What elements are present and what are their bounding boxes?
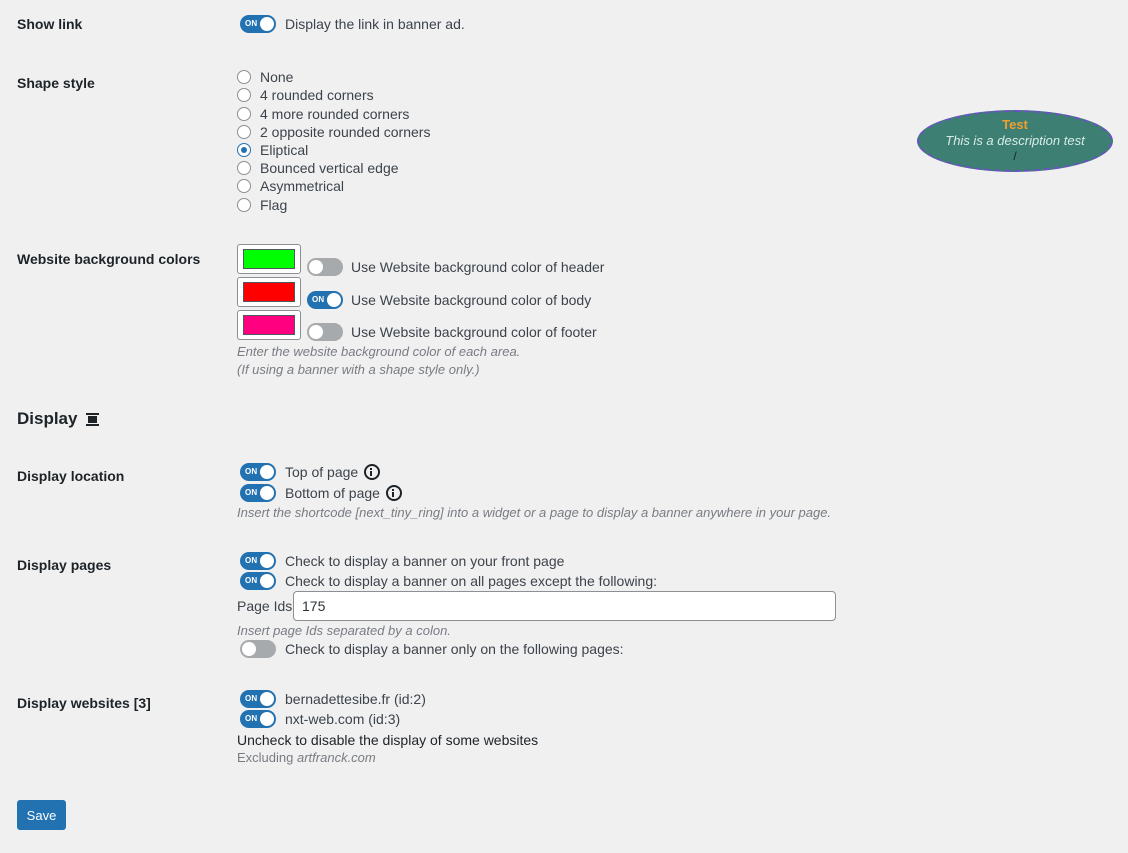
header-color-row: Use Website background color of header	[307, 258, 604, 276]
body-color-fill	[243, 282, 295, 302]
website-toggle[interactable]: ON	[240, 710, 276, 728]
display-location-description: Insert the shortcode [next_tiny_ring] in…	[237, 505, 832, 520]
info-icon[interactable]	[385, 485, 402, 501]
body-color-picker[interactable]	[237, 277, 301, 307]
radio-button[interactable]	[237, 88, 251, 102]
display-section-title: Display	[17, 409, 100, 429]
website-toggle[interactable]: ON	[240, 690, 276, 708]
uncheck-websites-text: Uncheck to disable the display of some w…	[237, 732, 539, 748]
footer-color-row: Use Website background color of footer	[307, 323, 597, 341]
footer-color-fill	[243, 315, 295, 335]
bg-colors-note: (If using a banner with a shape style on…	[237, 362, 480, 377]
excluding-text: Excluding artfranck.com	[237, 750, 376, 765]
footer-color-toggle[interactable]	[307, 323, 343, 341]
display-websites-label: Display websites [3]	[17, 695, 151, 711]
page-ids-description: Insert page Ids separated by a colon.	[237, 623, 451, 638]
radio-button[interactable]	[237, 125, 251, 139]
header-color-text: Use Website background color of header	[351, 259, 605, 275]
front-page-toggle[interactable]: ON	[240, 552, 276, 570]
page-ids-label: Page Ids	[237, 598, 293, 614]
shape-option-label: Eliptical	[260, 142, 309, 158]
preview-description: This is a description test	[945, 133, 1085, 148]
banner-preview: Test This is a description test /	[917, 110, 1113, 172]
website-row: ON bernadettesibe.fr (id:2)	[240, 690, 426, 708]
shape-option-label: 4 rounded corners	[260, 87, 374, 103]
shape-option-asymmetrical[interactable]: Asymmetrical	[237, 178, 344, 194]
all-pages-except-text: Check to display a banner on all pages e…	[285, 573, 658, 589]
radio-button[interactable]	[237, 107, 251, 121]
bottom-of-page-row: ON Bottom of page	[240, 484, 402, 502]
preview-link[interactable]: /	[919, 150, 1111, 162]
bottom-of-page-toggle[interactable]: ON	[240, 484, 276, 502]
shape-option-flag[interactable]: Flag	[237, 197, 287, 213]
show-link-label: Show link	[17, 16, 83, 32]
website-text: bernadettesibe.fr (id:2)	[285, 691, 426, 707]
shape-option-label: 2 opposite rounded corners	[260, 124, 431, 140]
shape-option-label: None	[260, 69, 294, 85]
front-page-row: ON Check to display a banner on your fro…	[240, 552, 564, 570]
shape-option-label: Flag	[260, 197, 288, 213]
show-link-text: Display the link in banner ad.	[285, 16, 465, 32]
header-color-picker[interactable]	[237, 244, 301, 274]
footer-color-text: Use Website background color of footer	[351, 324, 597, 340]
only-pages-toggle[interactable]	[240, 640, 276, 658]
header-color-fill	[243, 249, 295, 269]
excluding-prefix: Excluding	[237, 750, 294, 765]
shape-option-none[interactable]: None	[237, 69, 293, 85]
top-of-page-text: Top of page	[285, 464, 359, 480]
front-page-text: Check to display a banner on your front …	[285, 553, 565, 569]
shape-option-4-more-rounded[interactable]: 4 more rounded corners	[237, 106, 409, 122]
shape-option-label: Bounced vertical edge	[260, 160, 399, 176]
bg-colors-label: Website background colors	[17, 251, 201, 267]
save-button[interactable]: Save	[17, 800, 66, 830]
show-link-row: ON Display the link in banner ad.	[240, 15, 465, 33]
body-color-row: ON Use Website background color of body	[307, 291, 591, 309]
website-row: ON nxt-web.com (id:3)	[240, 710, 400, 728]
radio-button-checked[interactable]	[237, 143, 251, 157]
display-icon	[86, 412, 100, 426]
shape-option-label: 4 more rounded corners	[260, 106, 410, 122]
top-of-page-row: ON Top of page	[240, 463, 381, 481]
display-location-label: Display location	[17, 468, 125, 484]
shape-option-2-opposite[interactable]: 2 opposite rounded corners	[237, 124, 430, 140]
website-text: nxt-web.com (id:3)	[285, 711, 401, 727]
bottom-of-page-text: Bottom of page	[285, 485, 380, 501]
shape-option-label: Asymmetrical	[260, 178, 345, 194]
footer-color-picker[interactable]	[237, 310, 301, 340]
display-title-text: Display	[17, 409, 78, 428]
radio-button[interactable]	[237, 161, 251, 175]
info-icon[interactable]	[364, 464, 381, 480]
show-link-toggle[interactable]: ON	[240, 15, 276, 33]
radio-button[interactable]	[237, 198, 251, 212]
shape-option-bounced[interactable]: Bounced vertical edge	[237, 160, 399, 176]
shape-style-label: Shape style	[17, 75, 95, 91]
top-of-page-toggle[interactable]: ON	[240, 463, 276, 481]
only-pages-text: Check to display a banner only on the fo…	[285, 641, 624, 657]
shape-option-eliptical[interactable]: Eliptical	[237, 142, 308, 158]
preview-title: Test	[1002, 117, 1028, 132]
page-ids-input[interactable]	[293, 591, 836, 621]
body-color-text: Use Website background color of body	[351, 292, 592, 308]
only-pages-row: Check to display a banner only on the fo…	[240, 640, 624, 658]
display-pages-label: Display pages	[17, 557, 112, 573]
body-color-toggle[interactable]: ON	[307, 291, 343, 309]
bg-colors-description: Enter the website background color of ea…	[237, 344, 521, 359]
shape-option-4-rounded[interactable]: 4 rounded corners	[237, 87, 374, 103]
all-pages-except-row: ON Check to display a banner on all page…	[240, 572, 657, 590]
radio-button[interactable]	[237, 70, 251, 84]
header-color-toggle[interactable]	[307, 258, 343, 276]
excluding-site: artfranck.com	[297, 750, 376, 765]
radio-button[interactable]	[237, 179, 251, 193]
all-pages-except-toggle[interactable]: ON	[240, 572, 276, 590]
